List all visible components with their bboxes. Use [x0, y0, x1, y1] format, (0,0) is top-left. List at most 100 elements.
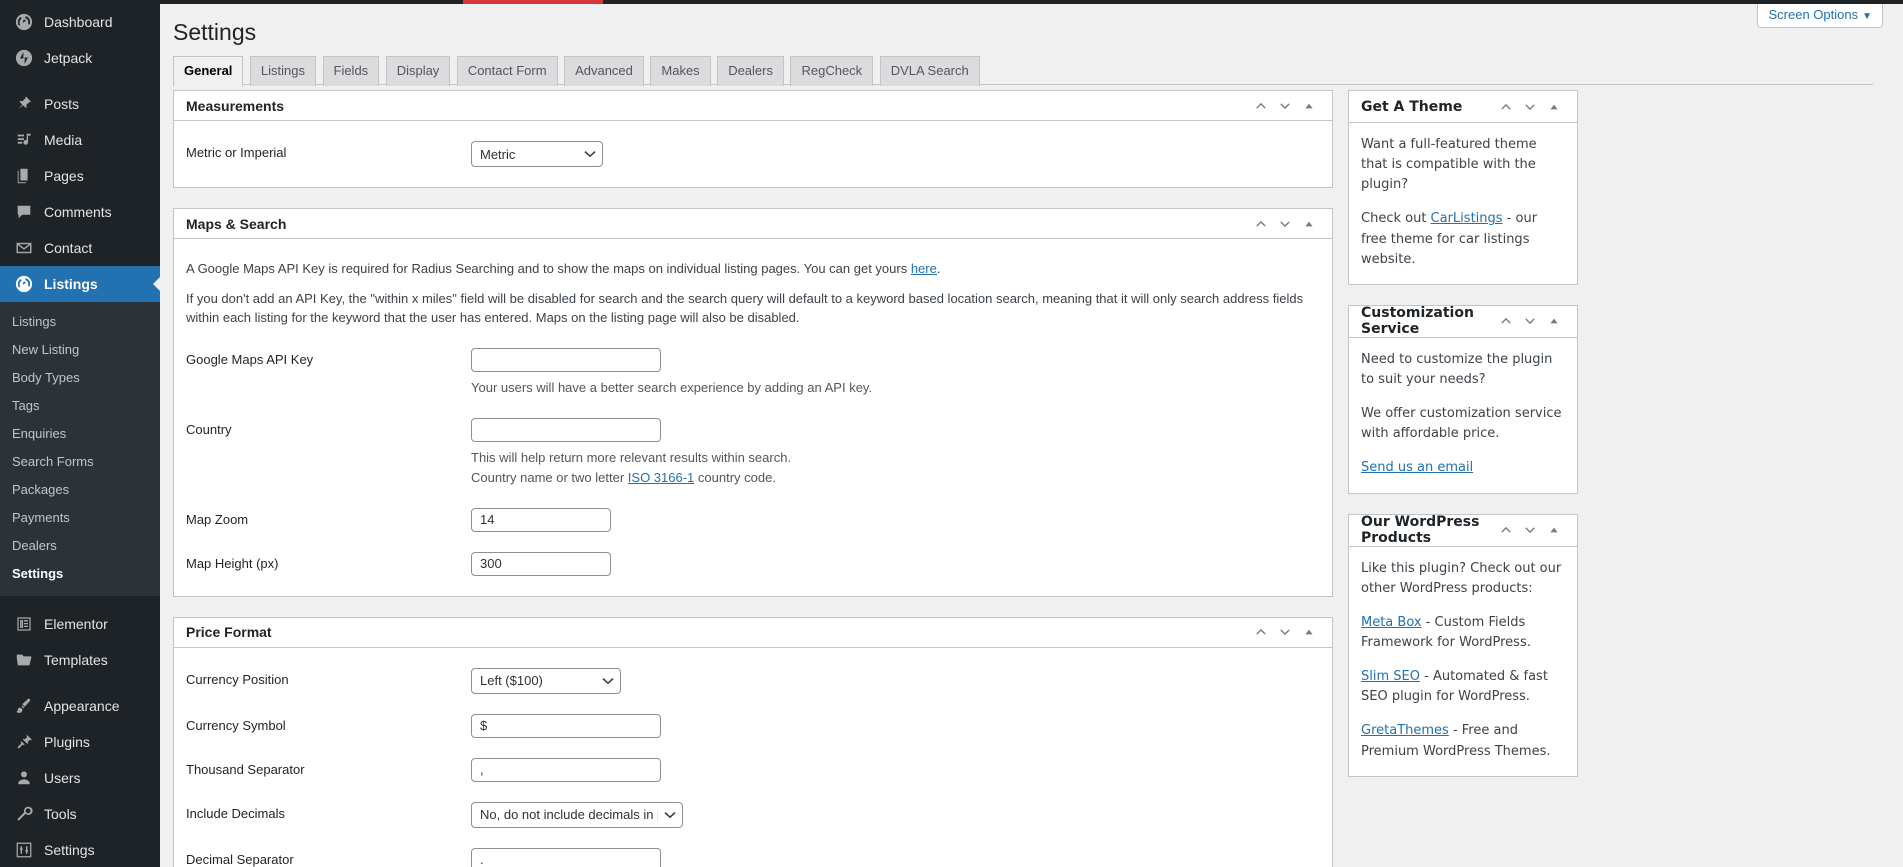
move-down-icon[interactable] — [1519, 516, 1541, 544]
tab-dvla-search[interactable]: DVLA Search — [879, 56, 980, 86]
move-down-icon[interactable] — [1274, 210, 1296, 238]
panel-price-format: Price Format Currency Position Left ($10 — [173, 616, 1333, 867]
sidebar-item-contact[interactable]: Contact — [0, 230, 160, 266]
sidebar-subitem-new-listing[interactable]: New Listing — [0, 336, 160, 364]
decimal-separator-input[interactable] — [471, 847, 661, 867]
sidebar-item-label: Dashboard — [44, 14, 113, 30]
sidebar-item-media[interactable]: Media — [0, 122, 160, 158]
sidebar-subitem-settings[interactable]: Settings — [0, 560, 160, 588]
country-input[interactable] — [471, 417, 661, 442]
map-height-input[interactable] — [471, 551, 611, 576]
metric-or-imperial-select[interactable]: Metric — [471, 141, 603, 167]
move-down-icon[interactable] — [1274, 618, 1296, 646]
sidebar-subitem-tags[interactable]: Tags — [0, 392, 160, 420]
tab-contact-form[interactable]: Contact Form — [456, 56, 558, 86]
sidebar-subitem-listings[interactable]: Listings — [0, 308, 160, 336]
slim-seo-link[interactable]: Slim SEO — [1361, 669, 1420, 684]
sidebar-item-comments[interactable]: Comments — [0, 194, 160, 230]
widget-title: Get A Theme — [1361, 98, 1463, 115]
gretathemes-link[interactable]: GretaThemes — [1361, 723, 1449, 738]
google-maps-api-key-input[interactable] — [471, 347, 661, 372]
google-maps-key-link[interactable]: here — [911, 261, 937, 276]
widget-our-wordpress-products: Our WordPress Products Like this plugin?… — [1348, 513, 1578, 777]
field-label: Google Maps API Key — [186, 351, 314, 367]
tab-general[interactable]: General — [173, 56, 244, 87]
screen-options-button[interactable]: Screen Options ▼ — [1757, 4, 1883, 28]
sidebar-item-elementor[interactable]: Elementor — [0, 606, 160, 642]
sliders-icon — [12, 840, 36, 860]
collapse-toggle-icon[interactable] — [1543, 307, 1565, 335]
field-label: Currency Position — [186, 671, 289, 687]
sidebar-subitem-body-types[interactable]: Body Types — [0, 364, 160, 392]
currency-position-select[interactable]: Left ($100) — [471, 667, 621, 694]
sidebar-item-tools[interactable]: Tools — [0, 796, 160, 832]
collapse-toggle-icon[interactable] — [1543, 93, 1565, 121]
field-row-metric-or-imperial: Metric or Imperial Metric — [186, 131, 1320, 177]
tab-fields[interactable]: Fields — [322, 56, 380, 86]
currency-symbol-input[interactable] — [471, 713, 661, 738]
map-zoom-input[interactable] — [471, 507, 611, 532]
sidebar-item-jetpack[interactable]: Jetpack — [0, 40, 160, 76]
field-label: Decimal Separator — [186, 851, 294, 867]
tab-listings[interactable]: Listings — [249, 56, 316, 86]
sidebar-subitem-payments[interactable]: Payments — [0, 504, 160, 532]
widget-header: Customization Service — [1349, 305, 1577, 338]
include-decimals-select[interactable]: No, do not include decimals in price — [471, 801, 683, 828]
field-label: Currency Symbol — [186, 717, 286, 733]
page-title: Settings — [173, 19, 257, 45]
move-up-icon[interactable] — [1250, 92, 1272, 120]
panel-body: A Google Maps API Key is required for Ra… — [174, 239, 1332, 596]
sidebar-separator — [0, 596, 160, 606]
sidebar-item-listings[interactable]: Listings — [0, 266, 160, 302]
meta-box-link[interactable]: Meta Box — [1361, 615, 1422, 630]
tab-dealers[interactable]: Dealers — [717, 56, 784, 86]
sidebar-item-templates[interactable]: Templates — [0, 642, 160, 678]
thousand-separator-input[interactable] — [471, 757, 661, 782]
move-down-icon[interactable] — [1519, 307, 1541, 335]
maps-search-form-table: Google Maps API Key Your users will have… — [186, 338, 1320, 586]
move-up-icon[interactable] — [1250, 618, 1272, 646]
sidebar-subitem-enquiries[interactable]: Enquiries — [0, 420, 160, 448]
collapse-toggle-icon[interactable] — [1298, 210, 1320, 238]
collapse-toggle-icon[interactable] — [1298, 92, 1320, 120]
move-up-icon[interactable] — [1250, 210, 1272, 238]
tab-makes[interactable]: Makes — [650, 56, 711, 86]
sidebar-subitem-packages[interactable]: Packages — [0, 476, 160, 504]
screen-options-label: Screen Options — [1768, 7, 1859, 22]
panel-header: Measurements — [174, 91, 1332, 121]
move-down-icon[interactable] — [1274, 92, 1296, 120]
collapse-toggle-icon[interactable] — [1298, 618, 1320, 646]
field-row-map-zoom: Map Zoom — [186, 498, 1320, 542]
move-down-icon[interactable] — [1519, 93, 1541, 121]
sidebar-item-plugins[interactable]: Plugins — [0, 724, 160, 760]
user-icon — [12, 768, 36, 788]
field-row-currency-symbol: Currency Symbol — [186, 704, 1320, 748]
sidebar-item-pages[interactable]: Pages — [0, 158, 160, 194]
move-up-icon[interactable] — [1495, 93, 1517, 121]
tab-display[interactable]: Display — [385, 56, 451, 86]
tab-regcheck[interactable]: RegCheck — [790, 56, 874, 86]
sidebar-item-posts[interactable]: Posts — [0, 86, 160, 122]
iso-3166-link[interactable]: ISO 3166-1 — [628, 470, 695, 485]
widget-header-actions — [1495, 93, 1565, 121]
move-up-icon[interactable] — [1495, 516, 1517, 544]
comments-icon — [12, 202, 36, 222]
sidebar-subitem-dealers[interactable]: Dealers — [0, 532, 160, 560]
sidebar-item-settings[interactable]: Settings — [0, 832, 160, 867]
panel-maps-search: Maps & Search A Google Maps API Key is r… — [173, 208, 1333, 597]
move-up-icon[interactable] — [1495, 307, 1517, 335]
sidebar-item-appearance[interactable]: Appearance — [0, 688, 160, 724]
sidebar-item-dashboard[interactable]: Dashboard — [0, 4, 160, 40]
carlistings-link[interactable]: CarListings — [1431, 211, 1503, 226]
send-us-an-email-link[interactable]: Send us an email — [1361, 460, 1473, 475]
panel-header-actions — [1250, 92, 1320, 120]
sidebar-subitem-search-forms[interactable]: Search Forms — [0, 448, 160, 476]
elementor-icon — [12, 614, 36, 634]
sidebar-item-users[interactable]: Users — [0, 760, 160, 796]
text-before-link: Check out — [1361, 211, 1431, 227]
tab-advanced[interactable]: Advanced — [564, 56, 644, 86]
collapse-toggle-icon[interactable] — [1543, 516, 1565, 544]
widget-title: Our WordPress Products — [1361, 514, 1480, 547]
country-desc-line1: This will help return more relevant resu… — [471, 449, 792, 465]
field-control: Your users will have a better search exp… — [471, 338, 1320, 408]
